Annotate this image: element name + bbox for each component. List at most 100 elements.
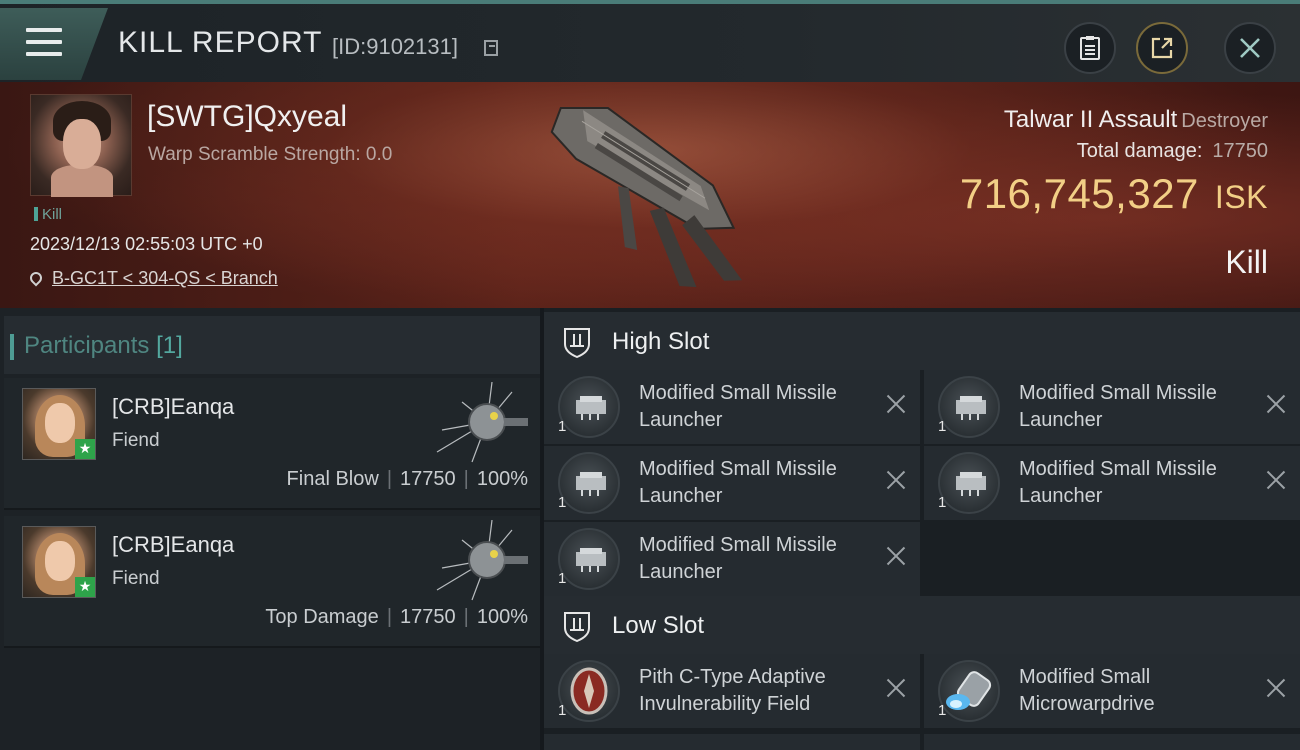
participant-stats: Final Blow | 17750 | 100% — [286, 468, 528, 490]
warp-scramble-strength: Warp Scramble Strength: 0.0 — [148, 144, 393, 165]
module-quantity: 1 — [558, 418, 567, 435]
module-name: Modified Small Missile Launcher — [639, 382, 837, 431]
report-id: [ID:9102131] — [332, 34, 458, 59]
total-damage-label: Total damage: — [1076, 140, 1203, 162]
kill-tag: Kill — [34, 206, 62, 223]
location-link[interactable]: B-GC1T < 304-QS < Branch — [52, 268, 278, 288]
module-quantity: 1 — [558, 702, 567, 719]
module-quantity: 1 — [938, 418, 947, 435]
participant-ship: Fiend — [112, 430, 160, 451]
participant-role: Final Blow — [286, 468, 379, 490]
participant-name: [CRB]Eanqa — [112, 532, 235, 557]
module-name: Modified Small Missile Launcher — [639, 534, 837, 583]
module-item[interactable]: 1 Modified Small Missile Launcher — [544, 446, 920, 520]
total-damage: Total damage: 17750 — [1077, 140, 1268, 163]
module-item[interactable]: 1 Pith C-Type Adaptive Invulnerability F… — [544, 654, 920, 728]
participant-ship: Fiend — [112, 568, 160, 589]
ship-class: Destroyer — [1181, 110, 1268, 132]
low-slot-label: Low Slot — [612, 612, 705, 639]
ship-image — [550, 107, 743, 288]
destroyed-icon — [886, 394, 906, 414]
module-item[interactable]: 1 Modified Small Microwarpdrive — [924, 654, 1300, 728]
kill-result: Kill — [1225, 244, 1268, 280]
module-item[interactable]: 1 Modified Small Missile Launcher — [544, 370, 920, 444]
isk-value: 716,745,327 ISK — [960, 170, 1268, 218]
participant-damage: 17750 — [400, 468, 456, 490]
participants-count: [1] — [156, 332, 183, 359]
missile-launcher-icon — [938, 376, 1000, 438]
participants-panel: Participants [1] ★ [CRB]Eanqa Fiend Fina… — [0, 308, 540, 750]
star-icon: ★ — [75, 439, 95, 459]
destroyed-icon — [1266, 470, 1286, 490]
menu-icon — [26, 28, 62, 64]
destroyed-icon — [886, 678, 906, 698]
missile-launcher-icon — [558, 528, 620, 590]
module-item[interactable]: 1 Modified Small Missile Launcher — [924, 370, 1300, 444]
shield-slot-icon — [564, 328, 590, 358]
participants-label: Participants — [24, 332, 150, 359]
low-slot-header: Low Slot — [544, 596, 1300, 654]
ship-name[interactable]: Talwar II Assault Destroyer — [1004, 106, 1268, 134]
module-quantity: 1 — [558, 570, 567, 587]
module-quantity: 1 — [558, 494, 567, 511]
participant-avatar[interactable]: ★ — [22, 526, 96, 598]
isk-unit: ISK — [1214, 179, 1268, 215]
missile-launcher-icon — [558, 452, 620, 514]
close-button[interactable] — [1224, 22, 1276, 74]
shield-slot-icon — [564, 612, 590, 642]
module-item-partial[interactable] — [924, 734, 1300, 750]
location-pin-icon — [27, 269, 45, 287]
participant-row[interactable]: ★ [CRB]Eanqa Fiend Top Damage | 17750 | 100% — [4, 516, 540, 648]
victim-banner: [SWTG]Qxyeal Warp Scramble Strength: 0.0… — [0, 82, 1300, 308]
copy-icon[interactable] — [484, 40, 498, 56]
kill-timestamp: 2023/12/13 02:55:03 UTC +0 — [30, 234, 263, 254]
drone-icon — [436, 520, 528, 601]
drone-icon — [436, 382, 528, 463]
isk-amount: 716,745,327 — [959, 170, 1199, 217]
module-name: Pith C-Type Adaptive Invulnerability Fie… — [639, 666, 826, 715]
total-damage-value: 17750 — [1212, 140, 1268, 162]
module-quantity: 1 — [938, 702, 947, 719]
microwarpdrive-icon — [938, 660, 1000, 722]
destroyed-icon — [1266, 394, 1286, 414]
participant-stats: Top Damage | 17750 | 100% — [265, 606, 528, 628]
participant-percent: 100% — [476, 606, 528, 628]
missile-launcher-icon — [558, 376, 620, 438]
shield-hardener-icon — [558, 660, 620, 722]
ship-type: Talwar II Assault — [1003, 106, 1178, 133]
module-item[interactable]: 1 Modified Small Missile Launcher — [544, 522, 920, 596]
star-icon: ★ — [75, 577, 95, 597]
module-name: Modified Small Missile Launcher — [639, 458, 837, 507]
participant-role: Top Damage — [265, 606, 379, 628]
participant-row[interactable]: ★ [CRB]Eanqa Fiend Final Blow | 17750 | 100% — [4, 378, 540, 510]
fitting-panel: High Slot 1 Modified Small Missile Launc… — [544, 308, 1300, 750]
clipboard-icon — [1080, 36, 1100, 60]
module-item[interactable]: 1 Modified Small Missile Launcher — [924, 446, 1300, 520]
victim-portrait[interactable] — [30, 94, 132, 197]
victim-name[interactable]: [SWTG]Qxyeal — [147, 100, 347, 134]
destroyed-icon — [886, 546, 906, 566]
high-slot-label: High Slot — [612, 328, 710, 355]
module-item-partial[interactable] — [544, 734, 920, 750]
module-name: Modified Small Missile Launcher — [1019, 458, 1217, 507]
module-name: Modified Small Microwarpdrive — [1019, 666, 1155, 715]
menu-button[interactable] — [0, 8, 108, 80]
destroyed-icon — [1266, 678, 1286, 698]
participant-damage: 17750 — [400, 606, 456, 628]
participant-name: [CRB]Eanqa — [112, 394, 235, 419]
module-quantity: 1 — [938, 494, 947, 511]
top-bar: KILL REPORT [ID:9102131] — [0, 0, 1300, 82]
high-slot-header: High Slot — [544, 312, 1300, 370]
participant-avatar[interactable]: ★ — [22, 388, 96, 460]
destroyed-icon — [886, 470, 906, 490]
participant-percent: 100% — [476, 468, 528, 490]
share-button[interactable] — [1136, 22, 1188, 74]
close-icon — [1240, 38, 1260, 58]
kill-location[interactable]: B-GC1T < 304-QS < Branch — [27, 268, 278, 289]
page-title: KILL REPORT — [118, 26, 323, 59]
share-icon — [1151, 37, 1173, 59]
clipboard-button[interactable] — [1064, 22, 1116, 74]
participants-header: Participants [1] — [4, 316, 540, 374]
module-name: Modified Small Missile Launcher — [1019, 382, 1217, 431]
missile-launcher-icon — [938, 452, 1000, 514]
